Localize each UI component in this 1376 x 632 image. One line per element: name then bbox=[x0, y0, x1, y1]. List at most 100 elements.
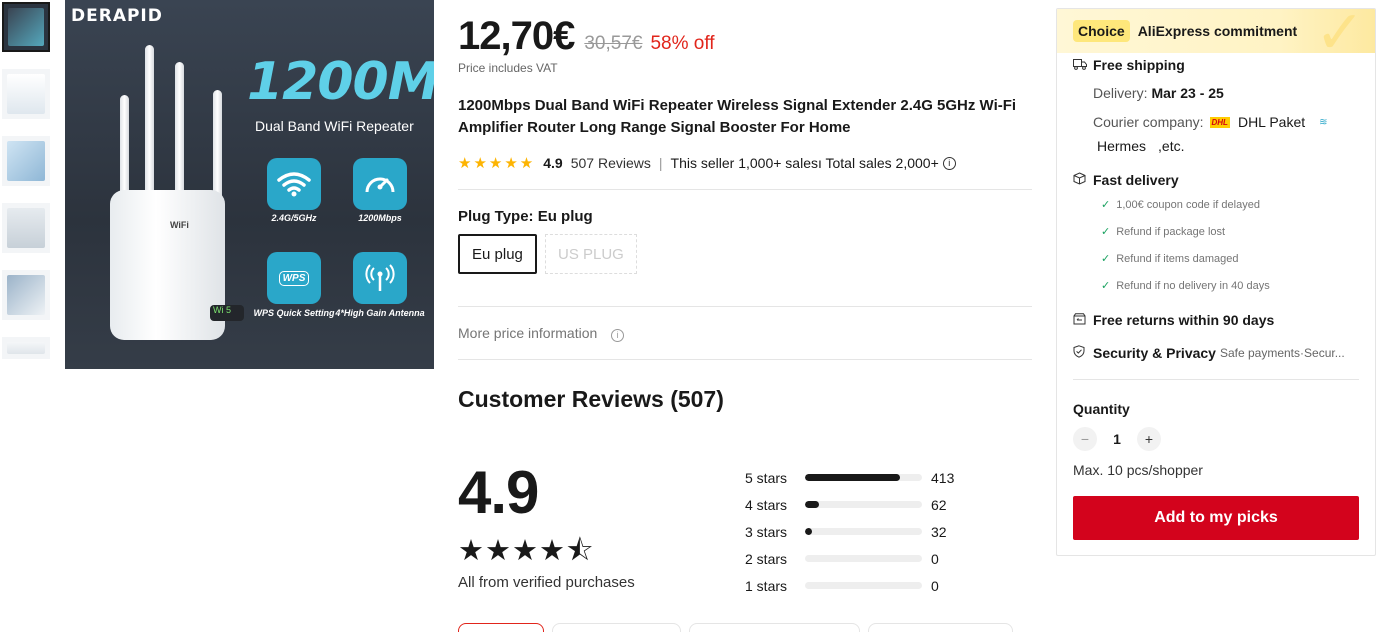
fast-delivery-row[interactable]: Fast delivery bbox=[1073, 172, 1179, 188]
discount-badge: 58% off bbox=[650, 33, 715, 54]
quantity-label: Quantity bbox=[1073, 401, 1130, 417]
distribution-label: 4 stars bbox=[745, 496, 788, 513]
security-row[interactable]: Security & Privacy Safe payments·Secur..… bbox=[1073, 345, 1345, 361]
truck-icon bbox=[1073, 58, 1088, 73]
courier-more-row: Hermes ,etc. bbox=[1097, 138, 1184, 154]
antenna-icon bbox=[353, 252, 407, 304]
divider bbox=[458, 359, 1032, 360]
average-rating: 4.9 bbox=[458, 459, 539, 526]
max-per-shopper: Max. 10 pcs/shopper bbox=[1073, 462, 1203, 478]
free-returns-label: Free returns within 90 days bbox=[1093, 312, 1275, 328]
reviews-link[interactable]: 507 Reviews bbox=[571, 155, 651, 171]
feature-label: WPS Quick Setting bbox=[253, 308, 335, 318]
distribution-bar bbox=[805, 582, 922, 589]
divider bbox=[1073, 379, 1359, 380]
distribution-count: 0 bbox=[931, 577, 939, 594]
original-price: 30,57€ bbox=[584, 33, 643, 54]
thumbnail-3[interactable] bbox=[2, 136, 50, 186]
rating-stars-icon: ★★★★★ bbox=[458, 155, 536, 172]
feature-label: 4*High Gain Antenna bbox=[335, 308, 425, 318]
choice-commitment-bar[interactable]: ✓ Choice AliExpress commitment bbox=[1057, 9, 1375, 63]
review-filter-tab[interactable] bbox=[689, 623, 860, 632]
wps-badge: WPS bbox=[278, 270, 310, 286]
purchase-panel: ✓ Choice AliExpress commitment Free ship… bbox=[1056, 8, 1376, 556]
distribution-count: 413 bbox=[931, 469, 955, 486]
free-shipping-row[interactable]: Free shipping bbox=[1073, 57, 1185, 73]
review-filter-tab[interactable] bbox=[458, 623, 544, 632]
device-label: WiFi bbox=[170, 220, 189, 230]
divider bbox=[458, 306, 1032, 307]
quantity-stepper: − 1 + bbox=[1073, 427, 1161, 451]
delivery-row: Delivery: Mar 23 - 25 bbox=[1093, 85, 1224, 101]
thumbnail-strip bbox=[2, 2, 52, 376]
info-icon: i bbox=[611, 329, 625, 342]
delivery-label: Delivery: bbox=[1093, 85, 1148, 101]
speed-gauge-icon bbox=[353, 158, 407, 210]
distribution-row[interactable]: 2 stars 0 bbox=[745, 545, 975, 572]
sku-option-eu-plug[interactable]: Eu plug bbox=[458, 234, 537, 274]
rating-distribution: 5 stars 413 4 stars 62 3 stars 32 2 stars 0 … bbox=[745, 464, 975, 599]
wifi-icon bbox=[267, 158, 321, 210]
hermes-logo-icon: ≋ bbox=[1319, 116, 1328, 128]
return-box-icon bbox=[1073, 312, 1088, 328]
info-icon[interactable]: i bbox=[942, 156, 956, 170]
antenna bbox=[145, 45, 154, 205]
review-filter-tab[interactable] bbox=[868, 623, 1013, 632]
distribution-row[interactable]: 4 stars 62 bbox=[745, 491, 975, 518]
increase-quantity-button[interactable]: + bbox=[1137, 427, 1161, 451]
guarantee-label: Refund if items damaged bbox=[1116, 253, 1239, 265]
led-text: 5 bbox=[226, 305, 232, 315]
distribution-count: 0 bbox=[931, 550, 939, 567]
vat-note: Price includes VAT bbox=[458, 61, 558, 75]
distribution-label: 2 stars bbox=[745, 550, 788, 567]
review-filter-tab[interactable] bbox=[552, 623, 681, 632]
sku-option-us-plug[interactable]: US PLUG bbox=[545, 234, 637, 274]
model-title: 1200M bbox=[247, 52, 434, 112]
wps-icon: WPS bbox=[267, 252, 321, 304]
feature-label: 1200Mbps bbox=[358, 213, 402, 223]
distribution-bar bbox=[805, 555, 922, 562]
choice-badge: Choice bbox=[1073, 20, 1130, 42]
thumbnail-6[interactable] bbox=[2, 337, 50, 359]
security-detail: Safe payments·Secur... bbox=[1219, 346, 1345, 360]
courier-label: Courier company: bbox=[1093, 114, 1204, 130]
guarantee-label: Refund if package lost bbox=[1116, 226, 1226, 238]
main-product-image[interactable]: DERAPID 1200M Dual Band WiFi Repeater Wi… bbox=[65, 0, 434, 369]
rating-row: ★★★★★ 4.9 507 Reviews | This seller 1,00… bbox=[458, 154, 956, 172]
delivery-date: Mar 23 - 25 bbox=[1151, 85, 1224, 101]
security-label: Security & Privacy bbox=[1093, 345, 1216, 361]
distribution-row[interactable]: 1 stars 0 bbox=[745, 572, 975, 599]
average-stars-icon: ★★★★⯪ bbox=[458, 535, 595, 567]
fast-delivery-label: Fast delivery bbox=[1093, 172, 1179, 188]
commitment-label: AliExpress commitment bbox=[1137, 23, 1298, 39]
verified-note: All from verified purchases bbox=[458, 574, 635, 591]
divider bbox=[458, 189, 1032, 190]
decrease-quantity-button[interactable]: − bbox=[1073, 427, 1097, 451]
product-subtitle: Dual Band WiFi Repeater bbox=[255, 118, 414, 134]
guarantee-item: ✓ 1,00€ coupon code if delayed bbox=[1101, 198, 1260, 211]
free-returns-row[interactable]: Free returns within 90 days bbox=[1073, 312, 1274, 328]
sales-info: This seller 1,000+ salesı Total sales 2,… bbox=[670, 155, 939, 171]
distribution-row[interactable]: 5 stars 413 bbox=[745, 464, 975, 491]
thumbnail-1[interactable] bbox=[2, 2, 50, 52]
distribution-label: 5 stars bbox=[745, 469, 788, 486]
thumbnail-4[interactable] bbox=[2, 203, 50, 253]
more-price-label: More price information bbox=[458, 325, 598, 341]
rating-value: 4.9 bbox=[543, 155, 563, 171]
distribution-label: 3 stars bbox=[745, 523, 788, 540]
check-icon: ✓ bbox=[1101, 199, 1111, 211]
thumbnail-2[interactable] bbox=[2, 69, 50, 119]
check-icon: ✓ bbox=[1101, 280, 1111, 292]
current-price: 12,70€ bbox=[458, 14, 575, 58]
distribution-count: 62 bbox=[931, 496, 947, 513]
shield-icon bbox=[1073, 345, 1088, 361]
add-to-picks-button[interactable]: Add to my picks bbox=[1073, 496, 1359, 540]
thumbnail-5[interactable] bbox=[2, 270, 50, 320]
check-icon: ✓ bbox=[1101, 253, 1111, 265]
distribution-row[interactable]: 3 stars 32 bbox=[745, 518, 975, 545]
guarantee-item: ✓ Refund if items damaged bbox=[1101, 252, 1239, 265]
more-price-link[interactable]: More price information i bbox=[458, 325, 625, 342]
box-icon bbox=[1073, 172, 1088, 188]
check-icon: ✓ bbox=[1101, 226, 1111, 238]
quantity-value[interactable]: 1 bbox=[1097, 431, 1137, 447]
